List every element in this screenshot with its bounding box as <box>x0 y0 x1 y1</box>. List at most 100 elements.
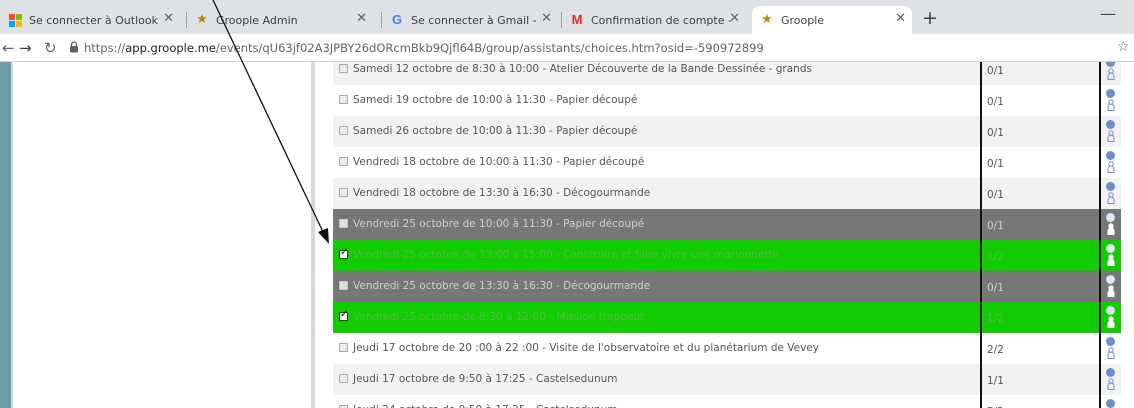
info-icon[interactable] <box>1106 306 1115 315</box>
choice-checkbox[interactable] <box>339 126 348 135</box>
choice-count: 2/2 <box>987 344 1004 356</box>
choice-count: 0/1 <box>987 189 1004 201</box>
lock-icon <box>70 41 78 53</box>
participants-icon[interactable] <box>1107 192 1115 204</box>
choice-checkbox[interactable] <box>339 343 348 352</box>
close-icon[interactable]: ✕ <box>356 12 367 26</box>
choice-count: 1/2 <box>987 313 1004 325</box>
new-tab-button[interactable]: + <box>922 8 938 28</box>
google-icon: G <box>391 12 403 27</box>
choice-label: Vendredi 25 octobre de 13:30 à 16:30 - D… <box>353 280 651 292</box>
tab-label: Confirmation de compte - pvveu <box>591 13 731 27</box>
tab-gmail-login[interactable]: G Se connecter à Gmail - Ordinateu ✕ <box>390 6 558 34</box>
list-item[interactable]: Vendredi 18 octobre de 10:00 à 11:30 - P… <box>333 147 1121 178</box>
choice-checkbox[interactable] <box>339 157 348 166</box>
choice-checkbox[interactable] <box>339 188 348 197</box>
close-icon[interactable]: ✕ <box>895 12 906 26</box>
info-icon[interactable] <box>1106 399 1115 408</box>
list-item[interactable]: Samedi 19 octobre de 10:00 à 11:30 - Pap… <box>333 85 1121 116</box>
choice-label: Jeudi 17 octobre de 20 :00 à 22 :00 - Vi… <box>353 342 819 354</box>
info-icon[interactable] <box>1106 151 1115 160</box>
list-item[interactable]: Vendredi 25 octobre de 13:00 à 15:00 - C… <box>333 240 1121 271</box>
choice-count: 0/1 <box>987 158 1004 170</box>
choice-checkbox[interactable] <box>339 374 348 383</box>
close-icon[interactable]: ✕ <box>729 12 740 26</box>
participants-icon[interactable] <box>1107 130 1115 142</box>
minimize-button[interactable]: — <box>1100 4 1116 23</box>
choice-checkbox[interactable] <box>339 247 348 259</box>
participants-icon[interactable] <box>1107 254 1115 266</box>
list-item[interactable]: Jeudi 17 octobre de 9:50 à 17:25 - Caste… <box>333 364 1121 395</box>
info-icon[interactable] <box>1106 244 1115 253</box>
list-item[interactable]: Vendredi 25 octobre de 10:00 à 11:30 - P… <box>333 209 1121 240</box>
browser-toolbar: ← → ↻ https://app.groople.me/events/qU63… <box>0 34 1134 62</box>
tab-label: Groople Admin <box>216 13 298 27</box>
choice-label: Vendredi 25 octobre de 10:00 à 11:30 - P… <box>353 218 645 230</box>
participants-icon[interactable] <box>1107 161 1115 173</box>
participants-icon[interactable] <box>1107 316 1115 328</box>
info-icon[interactable] <box>1106 89 1115 98</box>
choice-count: 0/1 <box>987 127 1004 139</box>
list-item[interactable]: Samedi 12 octobre de 8:30 à 10:00 - Atel… <box>333 62 1121 85</box>
reload-icon[interactable]: ↻ <box>44 39 57 57</box>
info-icon[interactable] <box>1106 120 1115 129</box>
participants-icon[interactable] <box>1107 378 1115 390</box>
tab-outlook[interactable]: Se connecter à Outlook ✕ <box>8 6 180 34</box>
groople-star-icon: ★ <box>196 12 208 27</box>
browser-tab-strip: Se connecter à Outlook ✕ ★ Groople Admin… <box>0 0 1134 34</box>
tab-confirmation[interactable]: M Confirmation de compte - pvveu ✕ <box>570 6 746 34</box>
info-icon[interactable] <box>1106 275 1115 284</box>
tab-label: Se connecter à Outlook <box>29 13 158 27</box>
choice-checkbox[interactable] <box>339 219 348 228</box>
url-scheme: https:// <box>84 41 126 55</box>
list-item[interactable]: Jeudi 17 octobre de 20 :00 à 22 :00 - Vi… <box>333 333 1121 364</box>
back-icon[interactable]: ← <box>2 39 15 57</box>
choice-label: Samedi 26 octobre de 10:00 à 11:30 - Pap… <box>353 125 638 137</box>
actions-column-border <box>1099 62 1101 408</box>
participants-icon[interactable] <box>1107 68 1115 80</box>
participants-icon[interactable] <box>1107 285 1115 297</box>
choice-label: Jeudi 24 octobre de 9:50 à 17:25 - Caste… <box>353 404 618 408</box>
close-icon[interactable]: ✕ <box>163 12 174 26</box>
content-divider <box>311 62 315 408</box>
info-icon[interactable] <box>1106 368 1115 377</box>
left-sidebar-edge <box>11 62 13 408</box>
choice-count: 0/1 <box>987 220 1004 232</box>
choice-count: 0/1 <box>987 65 1004 77</box>
info-icon[interactable] <box>1106 337 1115 346</box>
choice-label: Vendredi 25 octobre de 13:00 à 15:00 - C… <box>353 249 779 261</box>
tab-groople-admin[interactable]: ★ Groople Admin ✕ <box>195 6 373 34</box>
list-item[interactable]: Vendredi 18 octobre de 13:30 à 16:30 - D… <box>333 178 1121 209</box>
list-item[interactable]: Jeudi 24 octobre de 9:50 à 17:25 - Caste… <box>333 395 1121 408</box>
tab-label: Se connecter à Gmail - Ordinateu <box>411 13 541 27</box>
info-icon[interactable] <box>1106 62 1115 67</box>
choice-checkbox[interactable] <box>339 95 348 104</box>
participants-icon[interactable] <box>1107 99 1115 111</box>
choice-count: 0/1 <box>987 96 1004 108</box>
count-column-border <box>980 62 982 408</box>
info-icon[interactable] <box>1106 213 1115 222</box>
tab-groople[interactable]: ★ Groople ✕ <box>752 6 912 34</box>
bookmark-star-icon[interactable]: ☆ <box>1117 39 1130 55</box>
forward-icon[interactable]: → <box>19 39 32 57</box>
choice-label: Vendredi 18 octobre de 10:00 à 11:30 - P… <box>353 156 645 168</box>
choice-checkbox[interactable] <box>339 309 348 321</box>
info-icon[interactable] <box>1106 182 1115 191</box>
choice-count: 0/1 <box>987 282 1004 294</box>
list-item[interactable]: Samedi 26 octobre de 10:00 à 11:30 - Pap… <box>333 116 1121 147</box>
tab-separator <box>381 12 382 28</box>
participants-icon[interactable] <box>1107 347 1115 359</box>
choice-checkbox[interactable] <box>339 64 348 73</box>
list-item[interactable]: Vendredi 25 octobre de 13:30 à 16:30 - D… <box>333 271 1121 302</box>
url-path: /events/qU63jf02A3JPBY26dORcmBkb9Qjfl64B… <box>215 41 764 55</box>
choices-list: Samedi 12 octobre de 8:30 à 10:00 - Atel… <box>333 62 1121 408</box>
choice-count: 1/1 <box>987 375 1004 387</box>
choice-label: Samedi 19 octobre de 10:00 à 11:30 - Pap… <box>353 94 638 106</box>
close-icon[interactable]: ✕ <box>541 12 552 26</box>
choice-label: Jeudi 17 octobre de 9:50 à 17:25 - Caste… <box>353 373 618 385</box>
list-item[interactable]: Vendredi 25 octobre de 8:30 à 12:00 - Mi… <box>333 302 1121 333</box>
choice-checkbox[interactable] <box>339 281 348 290</box>
participants-icon[interactable] <box>1107 223 1115 235</box>
address-bar[interactable]: https://app.groople.me/events/qU63jf02A3… <box>84 41 764 55</box>
tab-label: Groople <box>781 13 825 27</box>
